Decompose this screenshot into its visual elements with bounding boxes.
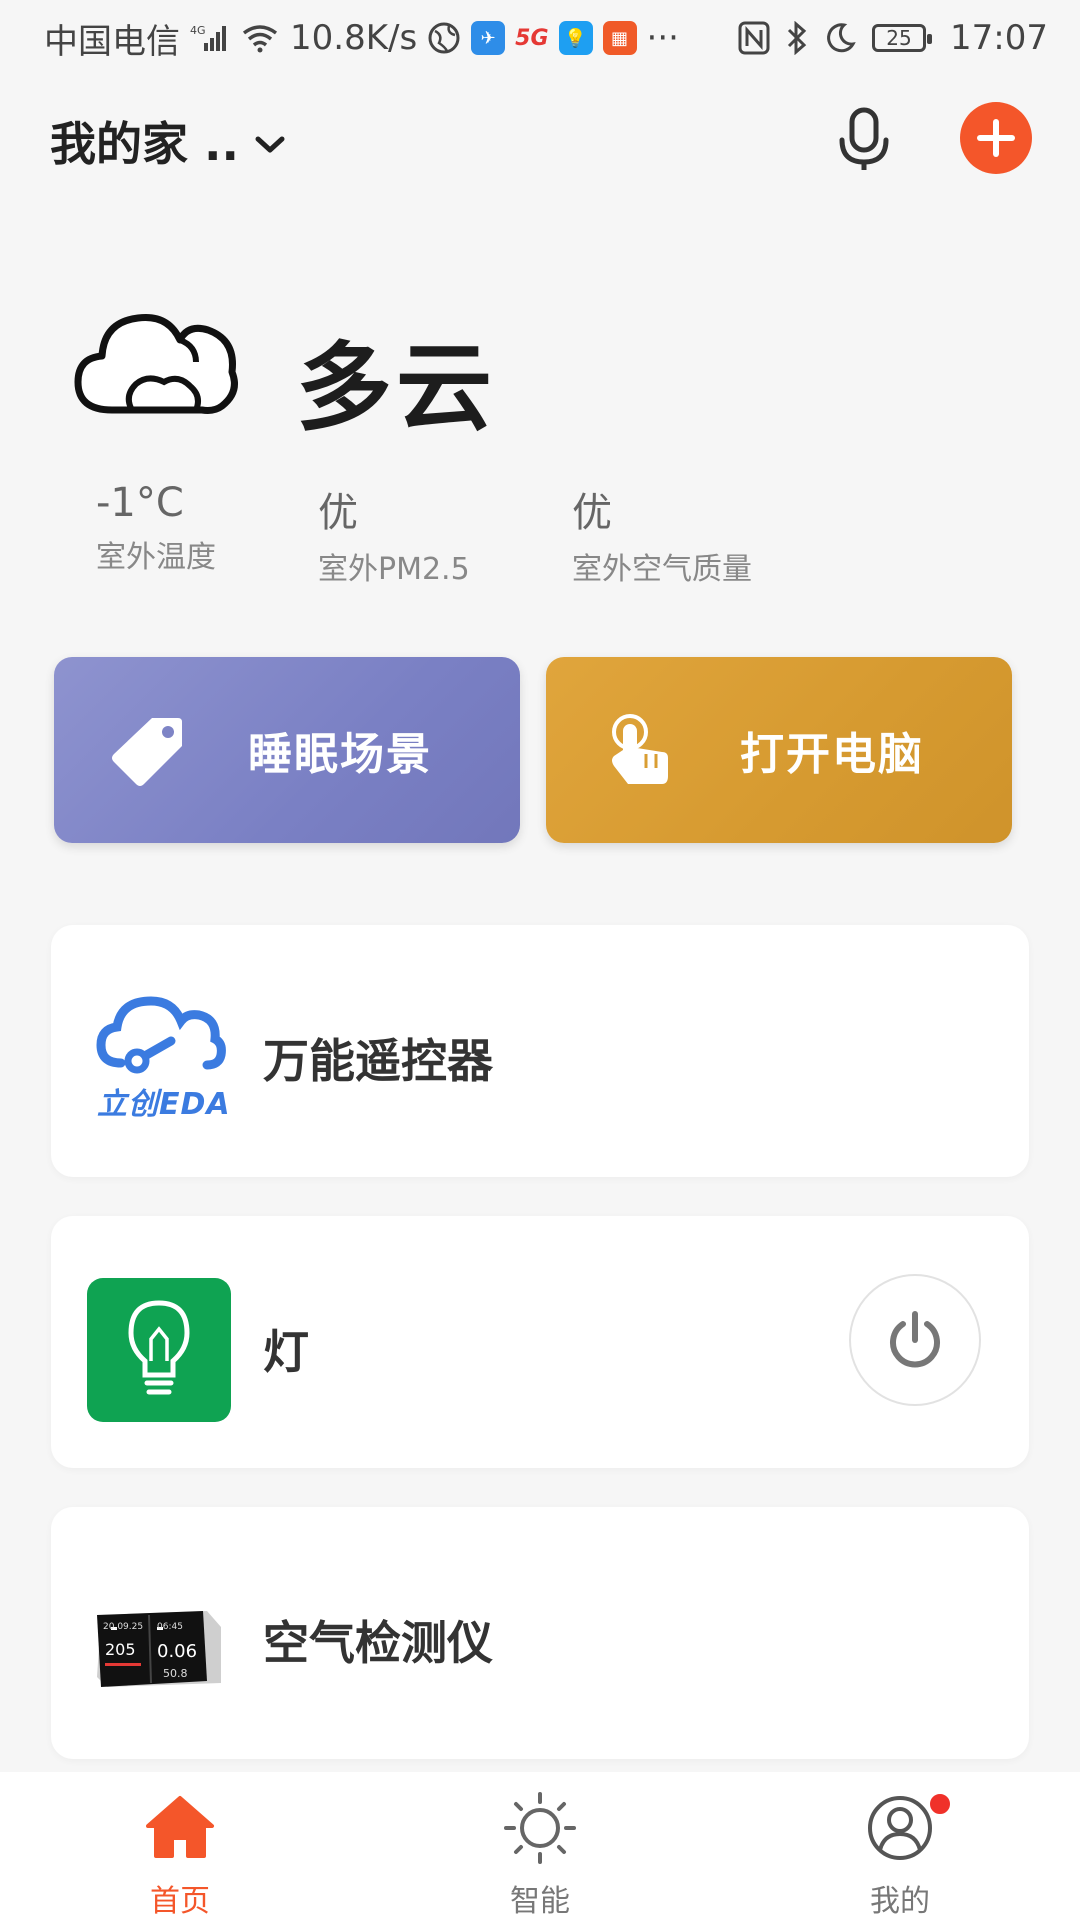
- logo-text: 立创EDA: [97, 1087, 231, 1122]
- header: 我的家 ..: [0, 92, 1080, 184]
- cloud-icon: [72, 300, 242, 420]
- globe-icon: [427, 21, 461, 55]
- weather-stat-temperature: -1°C 室外温度: [96, 480, 216, 576]
- app-5g-icon: 5G: [515, 25, 549, 51]
- power-icon: [890, 1311, 940, 1368]
- bottom-nav: 首页 智能 我的: [0, 1772, 1080, 1920]
- lceda-logo: 立创EDA: [87, 987, 231, 1131]
- network-speed: 10.8K/s: [290, 18, 418, 58]
- monitor-reading-1: 205: [105, 1640, 136, 1659]
- weather-condition: 多云: [296, 332, 496, 444]
- stat-label: 室外空气质量: [572, 552, 752, 587]
- monitor-reading-3: 50.8: [163, 1667, 188, 1680]
- user-icon: [868, 1796, 932, 1860]
- home-title: 我的家 ..: [50, 117, 239, 171]
- battery-icon: 25: [872, 24, 933, 52]
- scene-sleep-button[interactable]: 睡眠场景: [54, 657, 520, 843]
- add-device-button[interactable]: [960, 102, 1032, 174]
- home-icon: [146, 1796, 214, 1858]
- carrier-label: 中国电信: [44, 21, 180, 62]
- wifi-icon: [240, 23, 280, 53]
- device-card-remote[interactable]: 立创EDA 万能遥控器: [51, 925, 1029, 1177]
- monitor-reading-2: 0.06: [157, 1641, 197, 1662]
- scene-label: 打开电脑: [740, 729, 924, 780]
- clock: 17:07: [950, 18, 1048, 58]
- weather-stat-air-quality: 优 室外空气质量: [572, 480, 752, 588]
- nav-home[interactable]: 首页: [30, 1772, 330, 1920]
- stat-label: 室外温度: [96, 540, 216, 575]
- lightbulb-icon: [87, 1278, 231, 1422]
- app-lightbulb-icon: 💡: [558, 21, 593, 55]
- plus-icon: [977, 119, 1015, 157]
- stat-value: 优: [572, 490, 612, 536]
- nav-label: 首页: [150, 1884, 210, 1919]
- stat-value: 优: [318, 490, 358, 536]
- battery-level: 25: [886, 26, 912, 50]
- scene-label: 睡眠场景: [248, 729, 432, 780]
- stat-value: -1°C: [96, 480, 184, 526]
- device-card-lamp[interactable]: 灯: [51, 1216, 1029, 1468]
- nfc-icon: [738, 21, 770, 55]
- more-notifications: ···: [646, 18, 679, 58]
- status-right: 25 17:07: [738, 18, 1048, 58]
- device-name: 灯: [263, 1325, 309, 1379]
- weather-stat-pm25: 优 室外PM2.5: [318, 480, 470, 588]
- tag-icon: [108, 710, 188, 790]
- signal-icon: 4G: [190, 23, 230, 53]
- nav-smart[interactable]: 智能: [390, 1772, 690, 1920]
- monitor-time: 06:45: [157, 1622, 183, 1632]
- nav-label: 智能: [510, 1884, 570, 1919]
- network-type: 4G: [190, 24, 206, 37]
- stat-label: 室外PM2.5: [318, 552, 470, 587]
- device-name: 空气检测仪: [263, 1616, 493, 1670]
- power-button[interactable]: [849, 1274, 981, 1406]
- app-paper-plane-icon: ✈: [471, 21, 506, 55]
- chevron-down-icon: [253, 114, 287, 168]
- nav-label: 我的: [870, 1884, 930, 1919]
- moon-icon: [824, 22, 856, 54]
- notification-badge: [928, 1792, 952, 1816]
- air-monitor-image: 20.09.25 06:45 205 0.06 50.8: [87, 1569, 231, 1713]
- app-grid-icon: ▦: [602, 21, 637, 55]
- monitor-date: 20.09.25: [103, 1622, 143, 1632]
- scene-open-pc-button[interactable]: 打开电脑: [546, 657, 1012, 843]
- device-name: 万能遥控器: [263, 1034, 493, 1088]
- status-left: 中国电信 4G 10.8K/s ✈ 5G 💡 ▦ ···: [44, 14, 738, 63]
- bluetooth-icon: [786, 21, 808, 55]
- microphone-icon[interactable]: [832, 104, 896, 174]
- device-card-air-monitor[interactable]: 20.09.25 06:45 205 0.06 50.8 空气检测仪: [51, 1507, 1029, 1759]
- status-bar: 中国电信 4G 10.8K/s ✈ 5G 💡 ▦ ··· 25 17:07: [0, 0, 1080, 76]
- app-screen: 中国电信 4G 10.8K/s ✈ 5G 💡 ▦ ··· 25 17:07 我的…: [0, 0, 1080, 1920]
- sun-icon: [504, 1792, 576, 1864]
- nav-me[interactable]: 我的: [750, 1772, 1050, 1920]
- touch-hand-icon: [600, 710, 680, 790]
- home-selector[interactable]: 我的家 ..: [50, 108, 287, 174]
